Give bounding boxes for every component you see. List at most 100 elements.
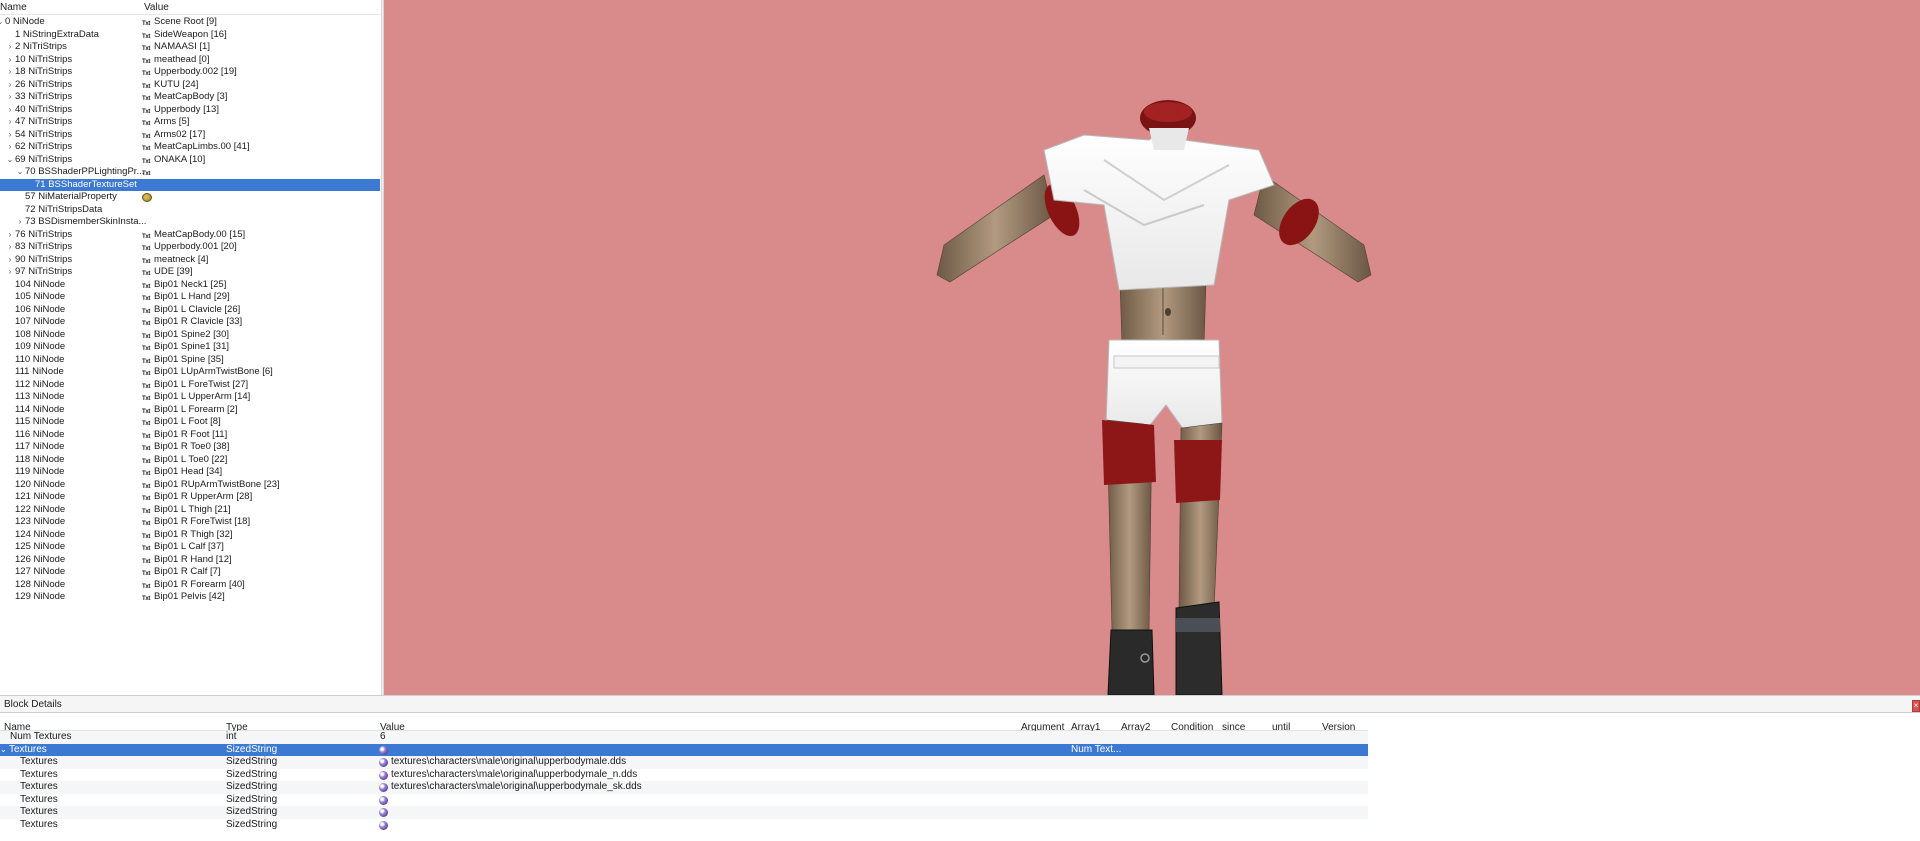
tree-row-name: 125 NiNode [15,541,66,552]
tree-row-name: 104 NiNode [15,278,66,290]
chevron-down-icon[interactable]: ⌄ [0,16,4,29]
tree-row[interactable]: 111 NiNode Txt Bip01 LUpArmTwistBone [6] [0,366,381,379]
tree-row[interactable]: › 97 NiTriStrips Txt UDE [39] [0,266,381,279]
chevron-right-icon[interactable]: › [6,66,14,79]
tree-row-name: 108 NiNode [15,328,66,340]
chevron-right-icon[interactable]: › [16,216,24,229]
tree-row[interactable]: 72 NiTriStripsData [0,204,381,217]
tree-row[interactable]: › 18 NiTriStrips Txt Upperbody.002 [19] [0,66,381,79]
tree-row[interactable]: 120 NiNode Txt Bip01 RUpArmTwistBone [23] [0,479,381,492]
tree-row[interactable]: 127 NiNode Txt Bip01 R Calf [7] [0,566,381,579]
details-row[interactable]: Textures SizedString textures\characters\m… [0,756,1368,769]
chevron-right-icon[interactable]: › [6,79,14,92]
details-row-value[interactable]: textures\characters\male\original\upperb… [391,781,642,794]
tree-row[interactable]: › 26 NiTriStrips Txt KUTU [24] [0,79,381,92]
tree-row-value: Bip01 Spine1 [31] [154,341,230,352]
chevron-right-icon[interactable]: › [6,116,14,129]
tree-row[interactable]: 106 NiNode Txt Bip01 L Clavicle [26] [0,304,381,317]
chevron-down-icon[interactable]: ⌄ [6,154,14,167]
details-row-name: Textures [20,818,58,830]
tree-row-value: Bip01 Pelvis [42] [154,591,225,602]
tree-row[interactable]: 122 NiNode Txt Bip01 L Thigh [21] [0,504,381,517]
details-row-array1: Num Text... [1071,743,1122,755]
tree-column-value[interactable]: Value [144,2,169,13]
chevron-right-icon[interactable]: › [6,129,14,142]
tree-row[interactable]: ⌄ 70 BSShaderPPLightingPr... Txt [0,166,381,179]
tree-row[interactable]: 125 NiNode Txt Bip01 L Calf [37] [0,541,381,554]
tree-row[interactable]: 110 NiNode Txt Bip01 Spine [35] [0,354,381,367]
details-row[interactable]: Num Textures int 6 [0,731,1368,744]
tree-row[interactable]: 112 NiNode Txt Bip01 L ForeTwist [27] [0,379,381,392]
tree-row-value: NAMAASI [1] [154,41,210,52]
tree-row-value: MeatCapLimbs.00 [41] [154,141,250,152]
tree-row-value: Bip01 R Hand [12] [154,553,232,565]
details-row[interactable]: Textures SizedString [0,806,1368,819]
tree-row[interactable]: › 40 NiTriStrips Txt Upperbody [13] [0,104,381,117]
tree-row[interactable]: › 2 NiTriStrips Txt NAMAASI [1] [0,41,381,54]
tree-row[interactable]: ⌄0 NiNodeTxtScene Root [9] [0,16,381,29]
tree-row[interactable]: 107 NiNode Txt Bip01 R Clavicle [33] [0,316,381,329]
tree-row[interactable]: › 62 NiTriStrips Txt MeatCapLimbs.00 [41] [0,141,381,154]
tree-row[interactable]: › 73 BSDismemberSkinInsta... [0,216,381,229]
chevron-right-icon[interactable]: › [6,141,14,154]
tree-row[interactable]: 113 NiNode Txt Bip01 L UpperArm [14] [0,391,381,404]
tree-row[interactable]: › 33 NiTriStrips Txt MeatCapBody [3] [0,91,381,104]
close-icon[interactable]: × [1912,700,1920,712]
chevron-down-icon[interactable]: ⌄ [16,166,24,179]
block-tree: ⌄0 NiNodeTxtScene Root [9]1 NiStringExtr… [0,16,381,604]
tree-row[interactable]: › 47 NiTriStrips Txt Arms [5] [0,116,381,129]
tree-row[interactable]: › 54 NiTriStrips Txt Arms02 [17] [0,129,381,142]
tree-column-name[interactable]: Name [0,2,27,13]
details-rows: Num Textures int 6 ⌄ Textures SizedString Num … [0,731,1368,831]
tree-row[interactable]: 116 NiNode Txt Bip01 R Foot [11] [0,429,381,442]
tree-row[interactable]: 117 NiNode Txt Bip01 R Toe0 [38] [0,441,381,454]
details-row[interactable]: ⌄ Textures SizedString Num Text... [0,743,1368,757]
tree-row[interactable]: › 10 NiTriStrips Txt meathead [0] [0,54,381,67]
details-row[interactable]: Textures SizedString [0,819,1368,832]
tree-row[interactable]: › 90 NiTriStrips Txt meatneck [4] [0,254,381,267]
tree-row[interactable]: 71 BSShaderTextureSet [0,178,380,191]
details-row-value[interactable]: textures\characters\male\original\upperb… [391,756,626,769]
details-row[interactable]: Textures SizedString textures\characters\m… [0,781,1368,794]
tree-row-value: Bip01 R Calf [7] [154,566,221,577]
details-row[interactable]: Textures SizedString textures\characters\m… [0,769,1368,782]
tree-row[interactable]: 129 NiNode Txt Bip01 Pelvis [42] [0,591,381,604]
tree-row[interactable]: ⌄ 69 NiTriStrips Txt ONAKA [10] [0,154,381,167]
chevron-right-icon[interactable]: › [6,104,14,117]
tree-row[interactable]: 123 NiNode Txt Bip01 R ForeTwist [18] [0,516,381,529]
tree-row[interactable]: 1 NiStringExtraData Txt SideWeapon [16] [0,29,381,42]
tree-row[interactable]: 115 NiNode Txt Bip01 L Foot [8] [0,416,381,429]
chevron-right-icon[interactable]: › [6,241,14,254]
chevron-right-icon[interactable]: › [6,254,14,267]
tree-row-name: 33 NiTriStrips [15,91,73,102]
material-icon [142,193,152,202]
tree-row[interactable]: › 83 NiTriStrips Txt Upperbody.001 [20] [0,241,381,254]
render-viewport[interactable] [384,0,1920,695]
chevron-right-icon[interactable]: › [6,229,14,242]
chevron-down-icon[interactable]: ⌄ [0,744,7,757]
tree-row[interactable]: 121 NiNode Txt Bip01 R UpperArm [28] [0,491,381,504]
tree-row[interactable]: 128 NiNode Txt Bip01 R Forearm [40] [0,579,381,592]
chevron-right-icon[interactable]: › [6,41,14,54]
tree-row[interactable]: 108 NiNode Txt Bip01 Spine2 [30] [0,329,381,342]
tree-row-name: 128 NiNode [15,578,66,590]
tree-row[interactable]: 126 NiNode Txt Bip01 R Hand [12] [0,554,381,567]
tree-row[interactable]: 119 NiNode Txt Bip01 Head [34] [0,466,381,479]
details-row-type: SizedString [226,818,278,830]
tree-row-name: 120 NiNode [15,478,66,490]
chevron-right-icon[interactable]: › [6,91,14,104]
tree-row[interactable]: 114 NiNode Txt Bip01 L Forearm [2] [0,404,381,417]
tree-row[interactable]: 124 NiNode Txt Bip01 R Thigh [32] [0,529,381,542]
tree-row[interactable]: 104 NiNode Txt Bip01 Neck1 [25] [0,279,381,292]
chevron-right-icon[interactable]: › [6,54,14,67]
tree-row[interactable]: 105 NiNode Txt Bip01 L Hand [29] [0,291,381,304]
tree-row[interactable]: 57 NiMaterialProperty [0,191,381,204]
tree-row-value: Bip01 Head [34] [154,466,223,477]
tree-row[interactable]: 118 NiNode Txt Bip01 L Toe0 [22] [0,454,381,467]
details-row-value[interactable]: 6 [380,731,386,744]
tree-row[interactable]: › 76 NiTriStrips Txt MeatCapBody.00 [15] [0,229,381,242]
chevron-right-icon[interactable]: › [6,266,14,279]
details-row[interactable]: Textures SizedString [0,794,1368,807]
details-row-value[interactable]: textures\characters\male\original\upperb… [391,769,637,782]
tree-row[interactable]: 109 NiNode Txt Bip01 Spine1 [31] [0,341,381,354]
